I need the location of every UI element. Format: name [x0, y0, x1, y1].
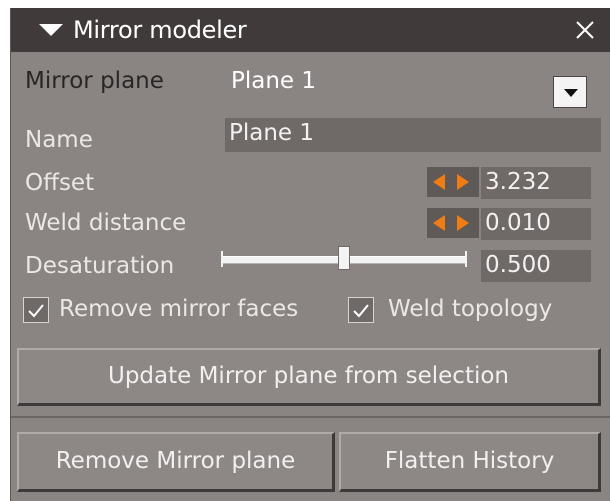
weld-topology-label[interactable]: Weld topology: [388, 294, 552, 324]
collapse-arrow-icon[interactable]: [39, 24, 63, 36]
arrow-right-icon[interactable]: [457, 215, 469, 231]
offset-label: Offset: [25, 170, 95, 196]
slider-start-cap: [221, 251, 223, 267]
panel-title: Mirror modeler: [73, 16, 247, 44]
mirror-modeler-panel: Mirror modeler Mirror plane Plane 1 Name…: [10, 8, 610, 501]
remove-mirror-faces-checkbox[interactable]: [23, 297, 49, 323]
button-separator: [11, 416, 610, 418]
flatten-history-button[interactable]: Flatten History: [339, 432, 601, 492]
offset-value-field[interactable]: 3.232: [481, 167, 591, 199]
name-label: Name: [25, 127, 93, 153]
weld-distance-spinner[interactable]: [427, 208, 479, 238]
desaturation-value-field[interactable]: 0.500: [481, 250, 591, 282]
close-icon[interactable]: [573, 18, 597, 42]
mirror-plane-label: Mirror plane: [25, 68, 164, 94]
offset-spinner[interactable]: [427, 167, 479, 197]
mirror-plane-select-value[interactable]: Plane 1: [231, 66, 316, 96]
name-field[interactable]: Plane 1: [225, 118, 601, 152]
slider-end-cap: [465, 251, 467, 267]
arrow-left-icon[interactable]: [433, 174, 445, 190]
arrow-right-icon[interactable]: [457, 174, 469, 190]
weld-topology-checkbox[interactable]: [348, 297, 374, 323]
weld-distance-value-field[interactable]: 0.010: [481, 208, 591, 240]
check-icon: [353, 304, 369, 318]
weld-distance-label: Weld distance: [25, 210, 187, 236]
chevron-down-icon: [564, 89, 578, 97]
update-mirror-plane-button[interactable]: Update Mirror plane from selection: [17, 348, 601, 406]
check-icon: [28, 304, 44, 318]
desaturation-label: Desaturation: [25, 253, 175, 279]
remove-mirror-faces-label[interactable]: Remove mirror faces: [59, 294, 298, 324]
mirror-plane-dropdown-button[interactable]: [553, 76, 587, 108]
desaturation-slider-thumb[interactable]: [338, 246, 350, 270]
arrow-left-icon[interactable]: [433, 215, 445, 231]
panel-title-bar[interactable]: Mirror modeler: [11, 8, 610, 52]
remove-mirror-plane-button[interactable]: Remove Mirror plane: [17, 432, 335, 492]
